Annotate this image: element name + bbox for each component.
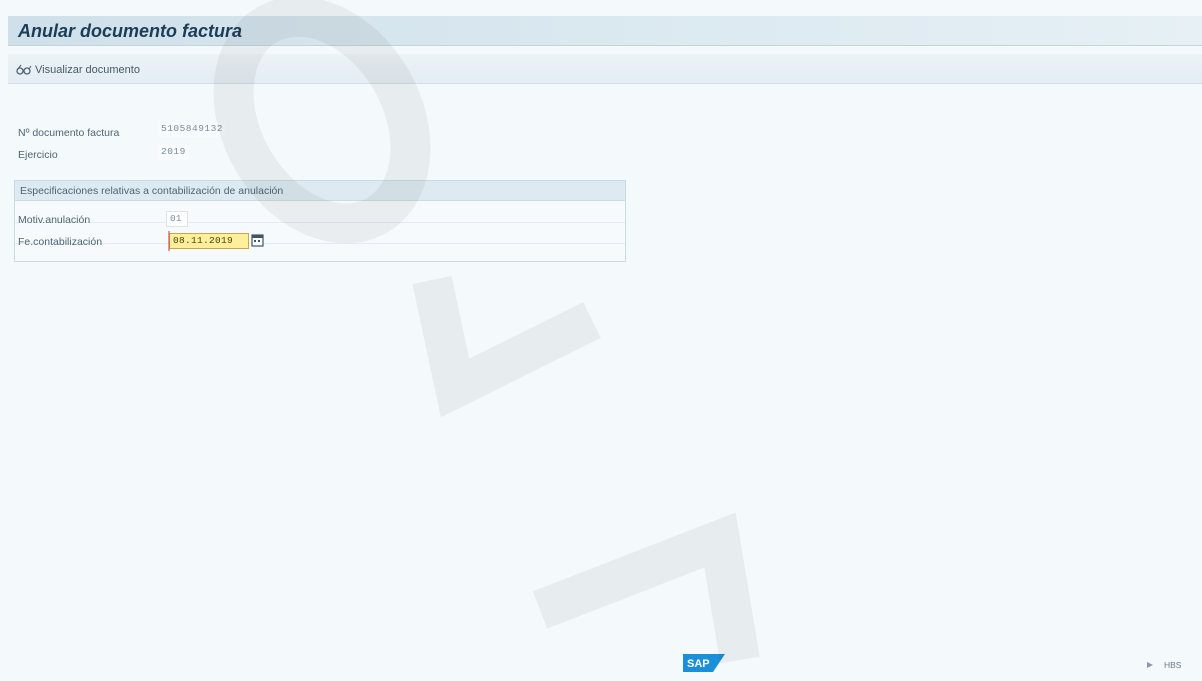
reversal-reason-input[interactable]: 01 (166, 211, 188, 227)
group-title: Especificaciones relativas a contabiliza… (20, 185, 284, 197)
triangle-right-icon[interactable] (1146, 661, 1154, 669)
reversal-reason-label: Motiv.anulación (18, 214, 91, 226)
fiscal-year-value: 2019 (158, 145, 189, 160)
invoice-number-value: 5105849132 (158, 122, 227, 137)
group-header: Especificaciones relativas a contabiliza… (15, 181, 625, 201)
title-bar: Anular documento factura (8, 16, 1202, 46)
invoice-number-label: Nº documento factura (18, 127, 120, 139)
text-cursor (168, 231, 170, 251)
posting-date-input[interactable]: 08.11.2019 (168, 231, 249, 251)
glasses-icon (16, 63, 32, 76)
fiscal-year-label: Ejercicio (18, 149, 58, 161)
application-toolbar: Visualizar documento (8, 54, 1202, 84)
display-document-label: Visualizar documento (35, 63, 140, 76)
watermark (213, 0, 760, 664)
watermark-letter-a (532, 512, 760, 664)
watermark-letter-n (412, 275, 601, 418)
display-document-button[interactable]: Visualizar documento (16, 61, 140, 78)
row-divider (15, 222, 625, 223)
system-id: HBS (1164, 660, 1182, 670)
page-title: Anular documento factura (18, 21, 243, 41)
sap-logo-text: SAP (687, 658, 710, 670)
row-divider (15, 243, 625, 244)
reversal-posting-group: Especificaciones relativas a contabiliza… (14, 180, 626, 262)
posting-date-value: 08.11.2019 (173, 235, 234, 246)
sap-logo: SAP (683, 654, 725, 672)
calendar-icon[interactable] (251, 233, 264, 247)
status-area: HBS (1146, 660, 1181, 670)
posting-date-label: Fe.contabilización (18, 236, 103, 248)
